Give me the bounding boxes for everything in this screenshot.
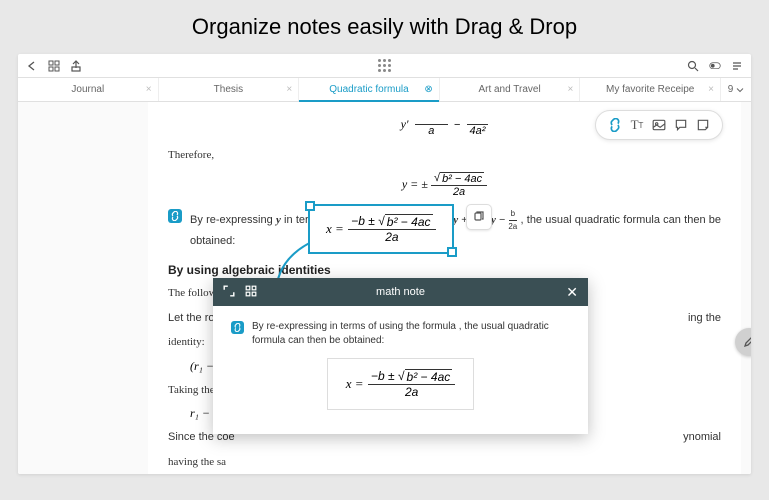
paragraph: having the sa — [168, 454, 721, 471]
therefore-text: Therefore, — [168, 147, 721, 164]
formula-text: x = — [326, 221, 344, 236]
search-icon[interactable] — [687, 60, 699, 72]
comment-icon[interactable] — [672, 116, 690, 134]
close-icon[interactable]: ✕ — [566, 284, 578, 301]
menu-icon[interactable] — [731, 60, 743, 72]
popup-title: math note — [376, 286, 425, 298]
app-window: Journal × Thesis × Quadratic formula ⊗ Art … — [18, 54, 751, 474]
popup-body: By re-expressing in terms of using the f… — [213, 306, 588, 434]
section-heading: By using algebraic identities — [168, 263, 721, 277]
selected-formula-box[interactable]: x = −b ± √b² − 4ac 2a — [308, 204, 454, 254]
image-icon[interactable] — [650, 116, 668, 134]
link-icon[interactable] — [606, 116, 624, 134]
tab-label: Art and Travel — [478, 84, 540, 95]
tab-quadratic[interactable]: Quadratic formula ⊗ — [299, 78, 440, 101]
tab-journal[interactable]: Journal × — [18, 78, 159, 101]
tab-close-icon[interactable]: × — [146, 84, 152, 95]
share-icon[interactable] — [70, 60, 82, 72]
promo-title: Organize notes easily with Drag & Drop — [0, 0, 769, 54]
text-fragment: ing the — [688, 310, 721, 327]
tab-label: Journal — [71, 84, 104, 95]
app-menu-icon[interactable] — [378, 59, 391, 72]
toggle-icon[interactable] — [709, 60, 721, 72]
tab-close-icon[interactable]: ⊗ — [424, 84, 432, 95]
popup-header[interactable]: math note ✕ — [213, 278, 588, 306]
tab-thesis[interactable]: Thesis × — [159, 78, 300, 101]
page-number: 9 — [728, 84, 734, 95]
grid-view-icon[interactable] — [48, 60, 60, 72]
popup-paragraph: By re-expressing in terms of using the f… — [252, 320, 570, 348]
top-toolbar — [18, 54, 751, 78]
back-icon[interactable] — [26, 60, 38, 72]
copy-button[interactable] — [466, 204, 492, 230]
link-icon[interactable] — [168, 209, 182, 223]
tab-bar: Journal × Thesis × Quadratic formula ⊗ Art … — [18, 78, 751, 102]
page-number-selector[interactable]: 9 — [721, 78, 751, 101]
chevron-down-icon — [736, 86, 744, 94]
floating-format-toolbar: TT — [595, 110, 723, 140]
grid-icon[interactable] — [245, 285, 257, 300]
tab-close-icon[interactable]: × — [708, 84, 714, 95]
tab-close-icon[interactable]: × — [286, 84, 292, 95]
formula-display: y = ± √b² − 4ac 2a — [168, 172, 721, 198]
tab-art[interactable]: Art and Travel × — [440, 78, 581, 101]
math-note-popup: math note ✕ By re-expressing in terms of… — [213, 278, 588, 434]
popup-formula-box: x = −b ± √b² − 4ac 2a — [327, 358, 475, 410]
note-icon[interactable] — [694, 116, 712, 134]
text-fragment: By re-expressing — [190, 214, 276, 226]
text-fragment: ynomial — [683, 429, 721, 446]
text-style-icon[interactable]: TT — [628, 116, 646, 134]
tab-close-icon[interactable]: × — [568, 84, 574, 95]
tab-label: Thesis — [214, 84, 243, 95]
tab-label: My favorite Receipe — [606, 84, 694, 95]
tab-recipe[interactable]: My favorite Receipe × — [580, 78, 721, 101]
expand-icon[interactable] — [223, 285, 235, 300]
tab-label: Quadratic formula — [329, 84, 408, 95]
link-icon[interactable] — [231, 321, 244, 334]
